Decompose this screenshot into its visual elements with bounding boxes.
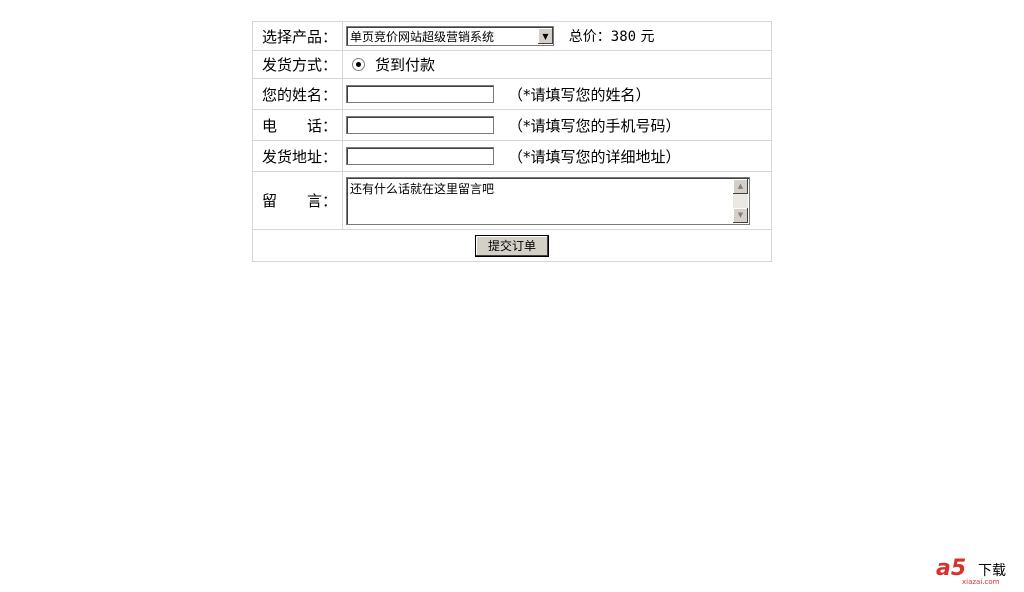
phone-label: 电 话： bbox=[252, 109, 343, 141]
product-cell: 单页竞价网站超级营销系统 ▼ 总价：380 元 bbox=[342, 21, 772, 51]
submit-row: 提交订单 bbox=[252, 229, 772, 262]
name-hint: （*请填写您的姓名） bbox=[508, 85, 651, 104]
message-textarea[interactable]: 还有什么话就在这里留言吧 ▲ ▼ bbox=[346, 176, 750, 225]
product-selected-value: 单页竞价网站超级营销系统 bbox=[350, 29, 495, 44]
address-row: 发货地址： （*请填写您的详细地址） bbox=[252, 140, 772, 172]
message-row: 留 言： 还有什么话就在这里留言吧 ▲ ▼ bbox=[252, 171, 772, 230]
name-label: 您的姓名： bbox=[252, 78, 343, 110]
product-label: 选择产品： bbox=[252, 21, 343, 51]
message-text: 还有什么话就在这里留言吧 bbox=[350, 181, 495, 196]
phone-row: 电 话： （*请填写您的手机号码） bbox=[252, 109, 772, 141]
message-label: 留 言： bbox=[252, 171, 343, 230]
price-unit: 元 bbox=[640, 29, 655, 45]
price-value: 380 bbox=[610, 29, 637, 45]
phone-cell: （*请填写您的手机号码） bbox=[342, 109, 772, 141]
watermark-url: xiazai.com bbox=[962, 578, 1000, 586]
address-hint: （*请填写您的详细地址） bbox=[508, 147, 681, 166]
phone-hint: （*请填写您的手机号码） bbox=[508, 116, 681, 135]
submit-order-button[interactable]: 提交订单 bbox=[474, 234, 549, 257]
scroll-up-icon[interactable]: ▲ bbox=[733, 178, 748, 194]
message-cell: 还有什么话就在这里留言吧 ▲ ▼ bbox=[342, 171, 772, 230]
shipping-label: 发货方式： bbox=[252, 50, 343, 79]
price-label: 总价： bbox=[568, 29, 611, 45]
shipping-row: 发货方式： 货到付款 bbox=[252, 50, 772, 79]
address-cell: （*请填写您的详细地址） bbox=[342, 140, 772, 172]
message-scrollbar[interactable]: ▲ ▼ bbox=[733, 178, 748, 223]
watermark-text: 下载 bbox=[978, 563, 1006, 579]
total-price: 总价：380 元 bbox=[569, 29, 655, 45]
a5-watermark-logo: a5 下载 xiazai.com bbox=[936, 556, 1014, 586]
shipping-cell: 货到付款 bbox=[342, 50, 772, 79]
submit-cell: 提交订单 bbox=[252, 229, 772, 262]
product-select[interactable]: 单页竞价网站超级营销系统 ▼ bbox=[346, 26, 554, 46]
name-row: 您的姓名： （*请填写您的姓名） bbox=[252, 78, 772, 110]
name-cell: （*请填写您的姓名） bbox=[342, 78, 772, 110]
product-row: 选择产品： 单页竞价网站超级营销系统 ▼ 总价：380 元 bbox=[252, 21, 772, 51]
shipping-option-label: 货到付款 bbox=[375, 56, 436, 74]
order-form: 选择产品： 单页竞价网站超级营销系统 ▼ 总价：380 元 发货方式： 货到付款… bbox=[252, 21, 772, 262]
address-input[interactable] bbox=[346, 147, 494, 165]
address-label: 发货地址： bbox=[252, 140, 343, 172]
chevron-down-icon[interactable]: ▼ bbox=[537, 28, 553, 44]
cod-radio[interactable] bbox=[352, 58, 365, 71]
scroll-down-icon[interactable]: ▼ bbox=[733, 207, 748, 223]
name-input[interactable] bbox=[346, 85, 494, 103]
phone-input[interactable] bbox=[346, 116, 494, 134]
